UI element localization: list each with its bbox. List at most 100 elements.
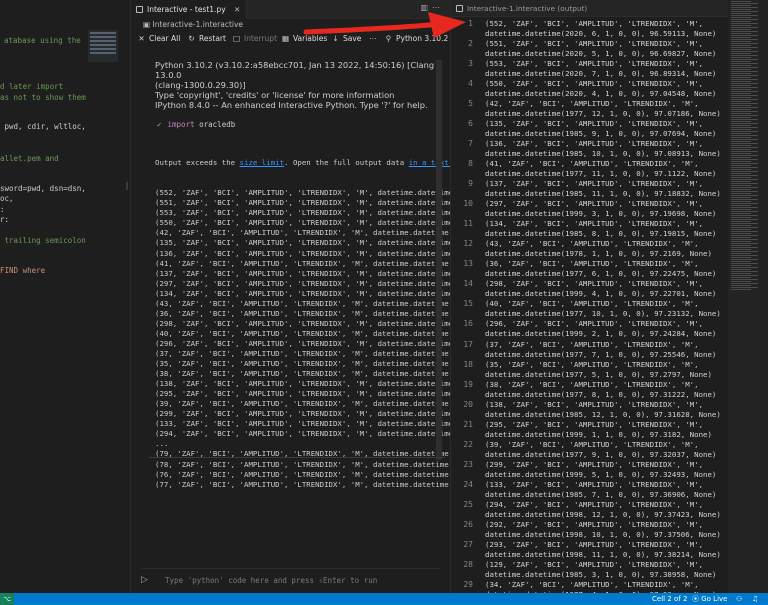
account-icon[interactable]: ⚇	[736, 593, 742, 605]
line-number: 7	[468, 139, 473, 149]
output-line: datetime.datetime(1977, 7, 1, 0, 0), 97.…	[485, 349, 717, 359]
output-line: datetime.datetime(1985, 9, 1, 0, 0), 97.…	[485, 129, 717, 139]
minimap-line	[731, 65, 751, 66]
tab-interactive-test1[interactable]: Interactive - test1.py ✕	[131, 0, 248, 19]
line-number	[451, 510, 473, 520]
notice-middle: . Open the full output data	[284, 158, 409, 168]
output-row: (40, 'ZAF', 'BCI', 'AMPLITUD', 'LTRENDID…	[155, 328, 451, 338]
executed-cell[interactable]: ✓ import oracledb	[157, 120, 235, 129]
open-text-editor-link[interactable]: in a text ed	[409, 158, 450, 167]
minimap-line	[731, 195, 758, 196]
interactive-icon	[136, 6, 143, 13]
minimap-line	[731, 143, 758, 144]
output-row: (552, 'ZAF', 'BCI', 'AMPLITUD', 'LTRENDI…	[155, 188, 451, 198]
output-line: (129, 'ZAF', 'BCI', 'AMPLITUD', 'LTRENDI…	[485, 559, 704, 569]
minimap-line	[731, 209, 751, 210]
golive-button[interactable]: ⦿ Go Live	[692, 593, 727, 605]
red-arrow-annotation	[303, 12, 466, 38]
minimap-line	[731, 7, 758, 8]
minimap-line	[731, 73, 751, 74]
interrupt-button[interactable]: □ Interrupt	[232, 31, 277, 47]
minimap-line	[731, 163, 758, 164]
minimap-line	[731, 111, 758, 112]
tab-interactive-output[interactable]: Interactive-1.interactive (output)	[451, 0, 728, 17]
minimap-line	[731, 57, 751, 58]
minimap-line	[731, 237, 751, 238]
minimap-line	[731, 13, 751, 14]
run-icon[interactable]: ▷	[141, 575, 148, 585]
line-number: 27	[463, 539, 473, 549]
broadcast-icon: ⦿	[692, 595, 702, 603]
output-line: datetime.datetime(1985, 12, 1, 0, 0), 97…	[485, 409, 721, 419]
notification-bell-icon[interactable]: ♫	[752, 593, 758, 605]
output-text[interactable]: (552, 'ZAF', 'BCI', 'AMPLITUD', 'LTRENDI…	[485, 19, 728, 593]
close-icon[interactable]: ✕	[234, 5, 240, 14]
minimap-line	[731, 259, 758, 260]
output-scrollbar[interactable]	[436, 60, 442, 460]
minimap-line	[731, 185, 751, 186]
left-minimap[interactable]	[88, 30, 118, 62]
restart-button[interactable]: ↻ Restart	[187, 31, 226, 47]
line-number	[451, 189, 473, 199]
minimap-line	[731, 235, 758, 236]
left-code-line: r:	[0, 215, 10, 224]
line-number: 5	[468, 99, 473, 109]
minimap-line	[731, 279, 758, 280]
minimap-line	[731, 33, 751, 34]
code-input-box[interactable]: ▷ Type 'python' code here and press ⇧Ent…	[141, 568, 441, 590]
output-row: (39, 'ZAF', 'BCI', 'AMPLITUD', 'LTRENDID…	[155, 399, 451, 409]
output-line: (138, 'ZAF', 'BCI', 'AMPLITUD', 'LTRENDI…	[485, 399, 704, 409]
minimap-line	[731, 27, 758, 28]
line-number: 18	[463, 359, 473, 369]
line-number	[451, 209, 473, 219]
output-line: datetime.datetime(2020, 7, 1, 0, 0), 96.…	[485, 69, 717, 79]
line-number	[451, 229, 473, 239]
minimap-line	[731, 39, 758, 40]
minimap-line	[731, 227, 758, 228]
banner-line: Python 3.10.2 (v3.10.2:a58ebcc701, Jan 1…	[155, 60, 435, 80]
minimap-line	[731, 125, 751, 126]
output-line: (35, 'ZAF', 'BCI', 'AMPLITUD', 'LTRENDID…	[485, 359, 699, 369]
line-number	[451, 370, 473, 380]
minimap-line	[731, 269, 751, 270]
line-number: 25	[463, 499, 473, 509]
cell-indicator[interactable]: Cell 2 of 2	[652, 593, 687, 605]
arrow-shaft	[303, 21, 443, 35]
output-line: datetime.datetime(1999, 2, 1, 0, 0), 97.…	[485, 329, 717, 339]
output-line: datetime.datetime(1977, 6, 1, 0, 0), 97.…	[485, 269, 717, 279]
minimap-line	[731, 69, 751, 70]
minimap-line	[731, 289, 751, 290]
minimap-line	[731, 171, 758, 172]
line-number	[451, 269, 473, 279]
minimap-line	[731, 147, 758, 148]
output-row: (137, 'ZAF', 'BCI', 'AMPLITUD', 'LTRENDI…	[155, 268, 451, 278]
minimap-line	[731, 189, 751, 190]
line-number: 23	[463, 459, 473, 469]
line-number	[451, 450, 473, 460]
minimap-line	[731, 109, 751, 110]
output-line: (133, 'ZAF', 'BCI', 'AMPLITUD', 'LTRENDI…	[485, 479, 704, 489]
minimap-line	[731, 199, 758, 200]
output-line: (553, 'ZAF', 'BCI', 'AMPLITUD', 'LTRENDI…	[485, 59, 704, 69]
line-number	[451, 69, 473, 79]
minimap-line	[731, 275, 758, 276]
line-number	[451, 550, 473, 560]
minimap-line	[731, 25, 751, 26]
minimap-line	[731, 1, 751, 2]
minimap-line	[731, 99, 758, 100]
output-line: (552, 'ZAF', 'BCI', 'AMPLITUD', 'LTRENDI…	[485, 19, 704, 28]
minimap-line	[731, 79, 758, 80]
breadcrumb[interactable]: ▣ Interactive-1.interactive	[143, 20, 243, 29]
minimap-line	[731, 131, 758, 132]
output-line: datetime.datetime(1999, 3, 1, 0, 0), 97.…	[485, 209, 717, 219]
clear-all-button[interactable]: ✕ Clear All	[137, 31, 180, 47]
minimap-line	[731, 161, 751, 162]
size-limit-link[interactable]: size limit	[240, 158, 285, 167]
output-minimap[interactable]	[728, 0, 768, 593]
minimap-line	[731, 91, 758, 92]
minimap-line	[731, 197, 751, 198]
minimap-line	[731, 81, 751, 82]
output-line: (295, 'ZAF', 'BCI', 'AMPLITUD', 'LTRENDI…	[485, 419, 704, 429]
output-line: (299, 'ZAF', 'BCI', 'AMPLITUD', 'LTRENDI…	[485, 459, 704, 469]
remote-indicator[interactable]: ⌥	[0, 593, 14, 605]
